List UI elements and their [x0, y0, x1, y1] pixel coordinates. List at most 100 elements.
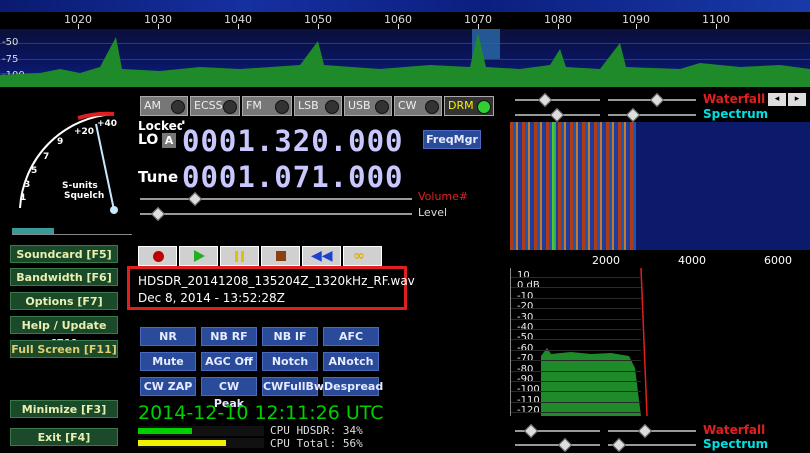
spectrum-db-label: -30 [517, 311, 534, 323]
spectrum-slider-2[interactable] [608, 114, 696, 116]
bandwidth-button[interactable]: Bandwidth [F6] [10, 268, 118, 286]
level-slider[interactable] [140, 213, 412, 215]
slider-thumb[interactable] [611, 437, 627, 453]
spectrum-grid-line [511, 339, 641, 341]
stop-button[interactable] [261, 246, 300, 266]
utc-clock: 2014-12-10 12:11:26 UTC [138, 402, 384, 424]
cw-peak-button[interactable]: CW Peak [201, 377, 257, 410]
scroll-right-button[interactable]: ▸ [788, 93, 806, 106]
secondary-waterfall[interactable] [510, 122, 810, 250]
spectrum-grid-line [511, 412, 641, 414]
despread-button[interactable]: Despread [323, 377, 383, 396]
cpu-hdsdr-bar [138, 426, 264, 436]
spectrum-grid-line [511, 401, 641, 403]
options-button[interactable]: Options [F7] [10, 292, 118, 310]
file-name: HDSDR_20141208_135204Z_1320kHz_RF.wav [138, 274, 415, 288]
nb-if-button[interactable]: NB IF [262, 327, 318, 346]
mode-led [275, 100, 289, 114]
smeter-squelch-label: Squelch [64, 191, 105, 201]
soundcard-button[interactable]: Soundcard [F5] [10, 245, 118, 263]
cpu-total-text: CPU Total: 56% [270, 437, 363, 450]
spectrum-db-label: -90 [517, 374, 534, 385]
spectrum-db-label: 0 dB [517, 280, 540, 292]
mode-led [375, 100, 389, 114]
s-meter [19, 111, 118, 214]
spectrum-trace [541, 268, 648, 416]
record-icon [153, 251, 164, 262]
spectrum-grid-line [511, 329, 641, 330]
spectrum-grid-line [511, 277, 641, 278]
slider-thumb[interactable] [649, 92, 665, 108]
mode-am-button[interactable]: AM [140, 96, 188, 116]
mode-label: CW [398, 99, 417, 112]
mode-cw-button[interactable]: CW [394, 96, 442, 116]
spectrum-db-label: -60 [517, 342, 534, 354]
freq-tick-label: 4000 [678, 254, 706, 267]
spectrum-db-label: -20 [517, 301, 534, 313]
record-button[interactable] [138, 246, 177, 266]
mode-ecss-button[interactable]: ECSS [190, 96, 240, 116]
top-spectrum[interactable]: -50 -75 -100 [0, 29, 810, 87]
spectrum-db-label: -120 [517, 405, 540, 417]
secondary-spectrum[interactable]: 10 0 dB -10 -20 -30 -40 -50 -60 -70 -80 -90 -100 -11… [510, 268, 810, 416]
spectrum-db-label: -80 [517, 363, 534, 375]
level-slider-thumb[interactable] [150, 206, 166, 222]
mode-drm-button[interactable]: DRM [444, 96, 494, 116]
waterfall-label: Waterfall [703, 92, 766, 106]
waterfall-carrier [552, 122, 556, 250]
frequency-scale[interactable]: 1020 1030 1040 1050 1060 1070 1080 1090 … [0, 12, 810, 30]
rewind-button[interactable]: ◀◀ [302, 246, 341, 266]
lo-frequency-display[interactable]: 0001.320.000 [182, 124, 404, 158]
waterfall-signal [510, 122, 636, 250]
mute-button[interactable]: Mute [140, 352, 196, 371]
agc-off-button[interactable]: AGC Off [201, 352, 257, 371]
help-update-button[interactable]: Help / Update [F1] [10, 316, 118, 350]
top-waterfall[interactable] [0, 0, 810, 12]
mode-led [171, 100, 185, 114]
slider-thumb[interactable] [549, 107, 565, 123]
mode-lsb-button[interactable]: LSB [294, 96, 342, 116]
minimize-button[interactable]: Minimize [F3] [10, 400, 118, 418]
slider-thumb[interactable] [523, 423, 539, 439]
slider-thumb[interactable] [557, 437, 573, 453]
spectrum-db-label: -10 [517, 290, 534, 302]
spectrum-grid-line [511, 391, 641, 393]
nr-button[interactable]: NR [140, 327, 196, 346]
waterfall-label-2: Waterfall [703, 423, 766, 437]
slider-thumb[interactable] [537, 92, 553, 108]
mode-led [325, 100, 339, 114]
mode-label: AM [144, 99, 162, 112]
spectrum-grid-line [511, 370, 641, 372]
loop-button[interactable]: ∞ [343, 246, 382, 266]
freqmgr-button[interactable]: FreqMgr [423, 130, 481, 149]
notch-button[interactable]: Notch [262, 352, 318, 371]
nb-rf-button[interactable]: NB RF [201, 327, 257, 346]
mode-label: LSB [298, 99, 319, 112]
spectrum-grid-line [511, 287, 641, 289]
freq-tick-label: 6000 [764, 254, 792, 267]
volume-label: Volume# [418, 190, 469, 203]
spectrum-grid-line [511, 381, 641, 382]
smeter-scale-label: 7 [43, 152, 50, 162]
anotch-button[interactable]: ANotch [323, 352, 379, 371]
smeter-scale-label: +40 [97, 119, 118, 129]
waterfall-slider-1[interactable] [515, 99, 600, 101]
exit-button[interactable]: Exit [F4] [10, 428, 118, 446]
scroll-left-button[interactable]: ◂ [768, 93, 786, 106]
mode-fm-button[interactable]: FM [242, 96, 292, 116]
slider-thumb[interactable] [625, 107, 641, 123]
afc-button[interactable]: AFC [323, 327, 379, 346]
mode-led [425, 100, 439, 114]
spectrum-label-2: Spectrum [703, 437, 769, 451]
cw-zap-button[interactable]: CW ZAP [140, 377, 196, 396]
slider-thumb[interactable] [637, 423, 653, 439]
volume-slider-thumb[interactable] [187, 191, 203, 207]
cw-fullbw-button[interactable]: CWFullBw [262, 377, 324, 396]
pause-button[interactable] [220, 246, 259, 266]
tune-frequency-display[interactable]: 0001.071.000 [182, 160, 404, 194]
play-button[interactable] [179, 246, 218, 266]
lo-a-button[interactable]: A [162, 133, 176, 148]
full-screen-button[interactable]: Full Screen [F11] [10, 340, 118, 358]
mode-usb-button[interactable]: USB [344, 96, 392, 116]
volume-slider[interactable] [140, 198, 412, 200]
